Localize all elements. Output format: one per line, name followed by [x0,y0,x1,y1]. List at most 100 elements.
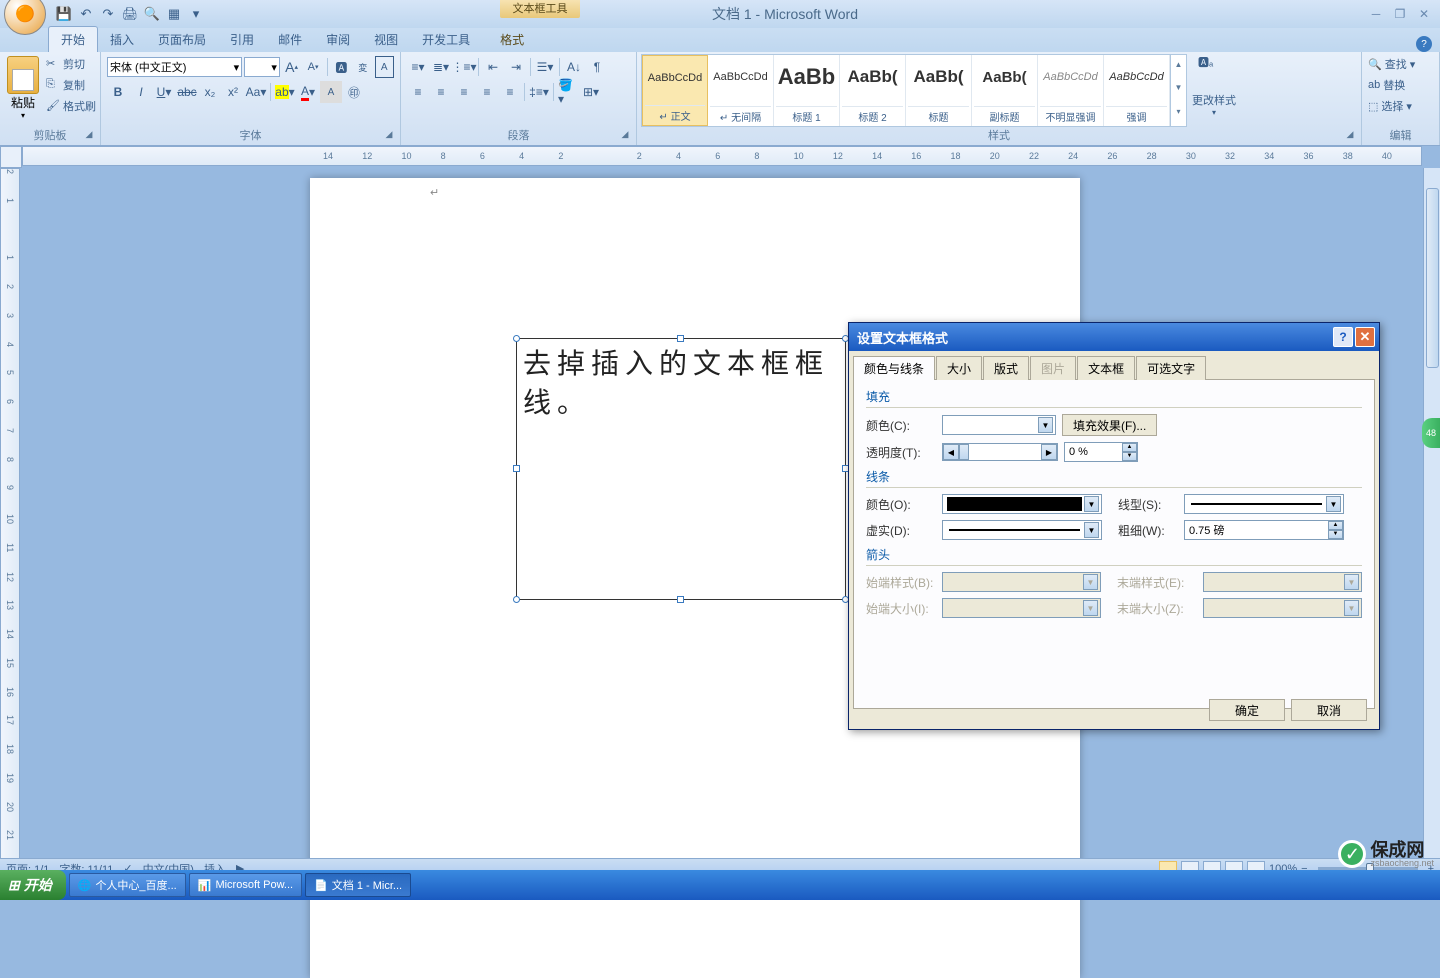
align-left-button[interactable]: ≡ [407,81,429,103]
bold-button[interactable]: B [107,81,129,103]
restore-button[interactable]: ❐ [1388,5,1412,23]
dialog-help-button[interactable]: ? [1333,327,1353,347]
dlg-tab-colors[interactable]: 颜色与线条 [853,356,935,380]
style-heading1[interactable]: AaBb标题 1 [774,55,840,126]
superscript-button[interactable]: x² [222,81,244,103]
show-marks-button[interactable]: ¶ [586,56,608,78]
clipboard-launcher[interactable]: ◢ [82,129,96,143]
paste-button[interactable]: 粘贴▾ [4,54,42,127]
ruler-horizontal[interactable]: 1412108642246810121416182022242628303234… [22,146,1422,166]
fill-effects-button[interactable]: 填充效果(F)... [1062,414,1157,436]
resize-handle-nw[interactable] [513,335,520,342]
indent-right-button[interactable]: ⇥ [505,56,527,78]
borders-button[interactable]: ⊞▾ [580,81,602,103]
cancel-button[interactable]: 取消 [1291,699,1367,721]
dlg-tab-textbox[interactable]: 文本框 [1077,356,1135,380]
tab-mailings[interactable]: 邮件 [266,27,314,52]
style-heading2[interactable]: AaBb(标题 2 [840,55,906,126]
sort-button[interactable]: A↓ [563,56,585,78]
highlight-button[interactable]: ab▾ [274,81,296,103]
transparency-spinner[interactable]: 0 %▲▼ [1064,442,1138,462]
tab-layout[interactable]: 页面布局 [146,27,218,52]
ruler-vertical[interactable]: 21123456789101112131415161718192021 [0,168,20,860]
font-size-combo[interactable]: ▾ [244,57,280,77]
indent-left-button[interactable]: ⇤ [482,56,504,78]
dialog-close-button[interactable]: ✕ [1355,327,1375,347]
qat-save[interactable]: 💾 [54,4,74,24]
resize-handle-sw[interactable] [513,596,520,603]
paragraph-launcher[interactable]: ◢ [618,129,632,143]
line-weight-spinner[interactable]: 0.75 磅▲▼ [1184,520,1344,540]
char-shading-button[interactable]: A [320,81,342,103]
qat-redo[interactable]: ↷ [98,4,118,24]
resize-handle-w[interactable] [513,465,520,472]
line-style-combo[interactable]: ▼ [1184,494,1344,514]
cut-button[interactable]: ✂剪切 [46,54,96,74]
grow-font-button[interactable]: A▴ [282,56,301,78]
style-subtleem[interactable]: AaBbCcDd不明显强调 [1038,55,1104,126]
dlg-tab-alttext[interactable]: 可选文字 [1136,356,1206,380]
phonetic-button[interactable]: 変 [353,56,372,78]
task-powerpoint[interactable]: 📊Microsoft Pow... [189,873,302,897]
italic-button[interactable]: I [130,81,152,103]
style-title[interactable]: AaBb(标题 [906,55,972,126]
textbox-content[interactable]: 去掉插入的文本框框线。 [517,339,845,429]
align-distribute-button[interactable]: ≡ [499,81,521,103]
copy-button[interactable]: ⎘复制 [46,75,96,95]
dlg-tab-layout[interactable]: 版式 [983,356,1029,380]
tab-review[interactable]: 审阅 [314,27,362,52]
numbering-button[interactable]: ≣▾ [430,56,452,78]
qat-preview[interactable]: 🔍 [142,4,162,24]
scrollbar-vertical[interactable] [1423,168,1440,860]
scrollbar-thumb[interactable] [1426,188,1439,368]
textbox[interactable]: 去掉插入的文本框框线。 [516,338,846,600]
slider-thumb[interactable] [959,444,969,460]
font-color-button[interactable]: A▾ [297,81,319,103]
transparency-slider[interactable]: ◀ ▶ [942,443,1058,461]
ruler-corner[interactable] [0,146,22,168]
resize-handle-s[interactable] [677,596,684,603]
ok-button[interactable]: 确定 [1209,699,1285,721]
line-spacing-button[interactable]: ‡≡▾ [528,81,550,103]
minimize-button[interactable]: ─ [1364,5,1388,23]
close-button[interactable]: ✕ [1412,5,1436,23]
tab-home[interactable]: 开始 [48,26,98,52]
qat-table[interactable]: ▦ [164,4,184,24]
font-name-combo[interactable]: 宋体 (中文正文)▾ [107,57,242,77]
line-dash-combo[interactable]: ▼ [942,520,1102,540]
strike-button[interactable]: abc [176,81,198,103]
task-word[interactable]: 📄文档 1 - Micr... [305,873,411,897]
style-emphasis[interactable]: AaBbCcDd强调 [1104,55,1170,126]
tab-format[interactable]: 格式 [488,27,536,52]
style-subtitle[interactable]: AaBb(副标题 [972,55,1038,126]
align-justify-button[interactable]: ≡ [476,81,498,103]
enclose-char-button[interactable]: ㊞ [343,81,365,103]
tab-view[interactable]: 视图 [362,27,410,52]
slider-right[interactable]: ▶ [1041,444,1057,460]
styles-launcher[interactable]: ◢ [1343,129,1357,143]
side-tab[interactable]: 48 [1422,418,1440,448]
tab-references[interactable]: 引用 [218,27,266,52]
style-normal[interactable]: AaBbCcDd↵ 正文 [642,55,708,126]
align-center-button[interactable]: ≡ [430,81,452,103]
multilevel-button[interactable]: ⋮≡▾ [453,56,475,78]
format-painter-button[interactable]: 🖌格式刷 [46,96,96,116]
font-launcher[interactable]: ◢ [382,129,396,143]
start-button[interactable]: ⊞开始 [0,870,66,900]
help-button[interactable]: ? [1416,36,1432,52]
line-color-combo[interactable]: ▼ [942,494,1102,514]
change-styles-button[interactable]: 🅰ₐ 更改样式▾ [1191,54,1237,127]
align-right-button[interactable]: ≡ [453,81,475,103]
dialog-titlebar[interactable]: 设置文本框格式 ? ✕ [849,323,1379,351]
change-case-button[interactable]: Aa▾ [245,81,267,103]
asian-layout-button[interactable]: ☰▾ [534,56,556,78]
underline-button[interactable]: U▾ [153,81,175,103]
style-nospacing[interactable]: AaBbCcDd↵ 无间隔 [708,55,774,126]
fill-color-combo[interactable]: ▼ [942,415,1056,435]
clear-format-button[interactable]: 🅰 [332,56,351,78]
bullets-button[interactable]: ≡▾ [407,56,429,78]
qat-more[interactable]: ▾ [186,4,206,24]
dlg-tab-size[interactable]: 大小 [936,356,982,380]
shrink-font-button[interactable]: A▾ [303,56,322,78]
qat-undo[interactable]: ↶ [76,4,96,24]
